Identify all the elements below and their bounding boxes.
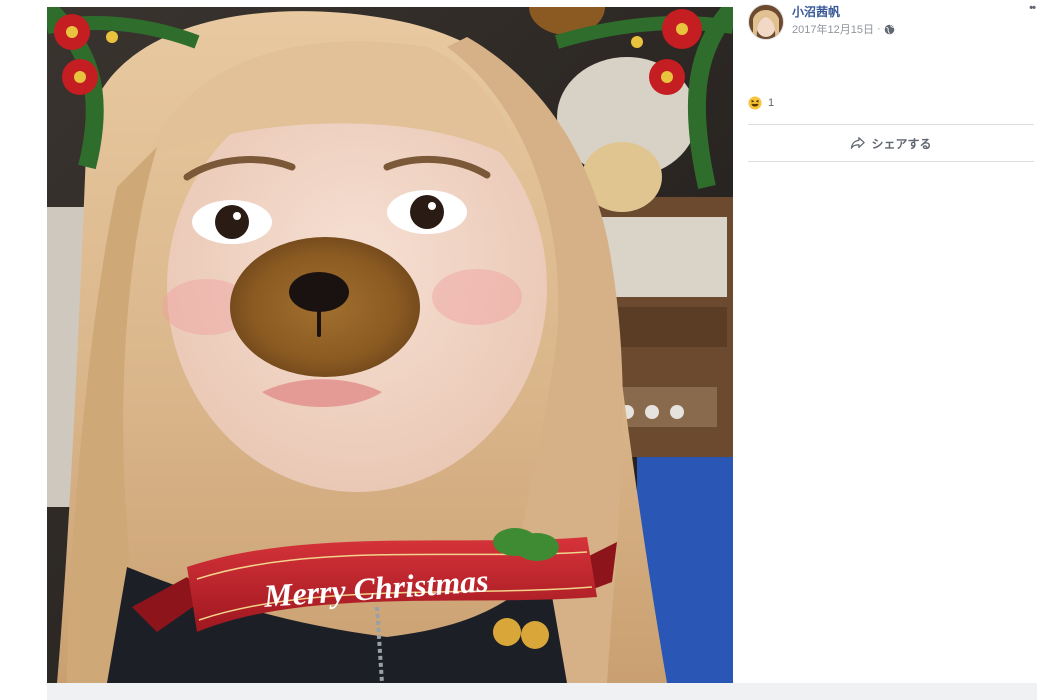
post-meta: 2017年12月15日 · xyxy=(792,21,895,37)
haha-icon xyxy=(748,96,762,110)
reaction-count: 1 xyxy=(768,97,775,109)
share-label: シェアする xyxy=(871,136,932,151)
bottom-strip xyxy=(47,683,1037,700)
more-options-icon[interactable]: •• xyxy=(1029,2,1036,14)
post-date[interactable]: 2017年12月15日 xyxy=(792,21,874,37)
post-photo[interactable]: Merry Christmas xyxy=(47,7,733,683)
share-button[interactable]: シェアする xyxy=(748,126,1034,160)
meta-separator: · xyxy=(876,23,881,35)
reaction-summary[interactable]: 1 xyxy=(748,96,774,110)
divider xyxy=(748,124,1034,125)
author-avatar[interactable] xyxy=(748,4,784,40)
share-arrow-icon xyxy=(851,137,866,149)
post-side-panel: 小沼茜帆 2017年12月15日 · •• 1 シェアする xyxy=(740,0,1037,683)
globe-icon[interactable] xyxy=(884,24,895,35)
divider xyxy=(748,161,1034,162)
author-name[interactable]: 小沼茜帆 xyxy=(792,3,840,20)
